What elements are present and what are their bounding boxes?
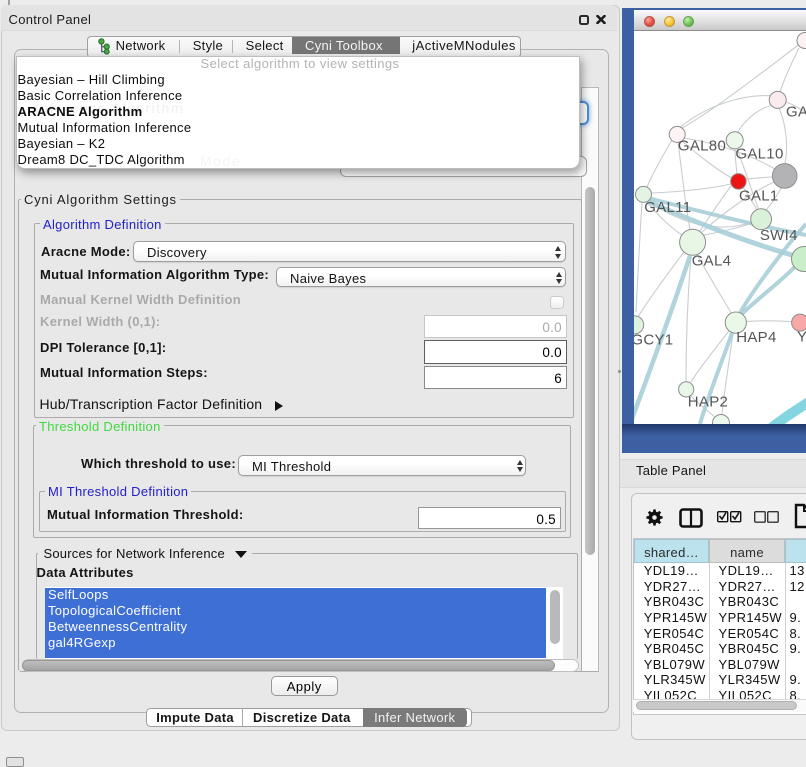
svg-text:GAL4: GAL4	[692, 252, 732, 269]
svg-text:SWI4: SWI4	[760, 227, 798, 244]
svg-text:HAP4: HAP4	[736, 329, 776, 346]
svg-text:GAL80: GAL80	[678, 137, 726, 154]
svg-text:GAL10: GAL10	[735, 145, 783, 162]
svg-text:GAL1: GAL1	[739, 187, 779, 204]
svg-text:GAL11: GAL11	[644, 199, 691, 216]
svg-text:GCY1: GCY1	[634, 331, 673, 348]
svg-text:HAP2: HAP2	[688, 393, 728, 410]
svg-text:GAL7: GAL7	[786, 103, 806, 120]
svg-text:YM: YM	[797, 328, 806, 345]
